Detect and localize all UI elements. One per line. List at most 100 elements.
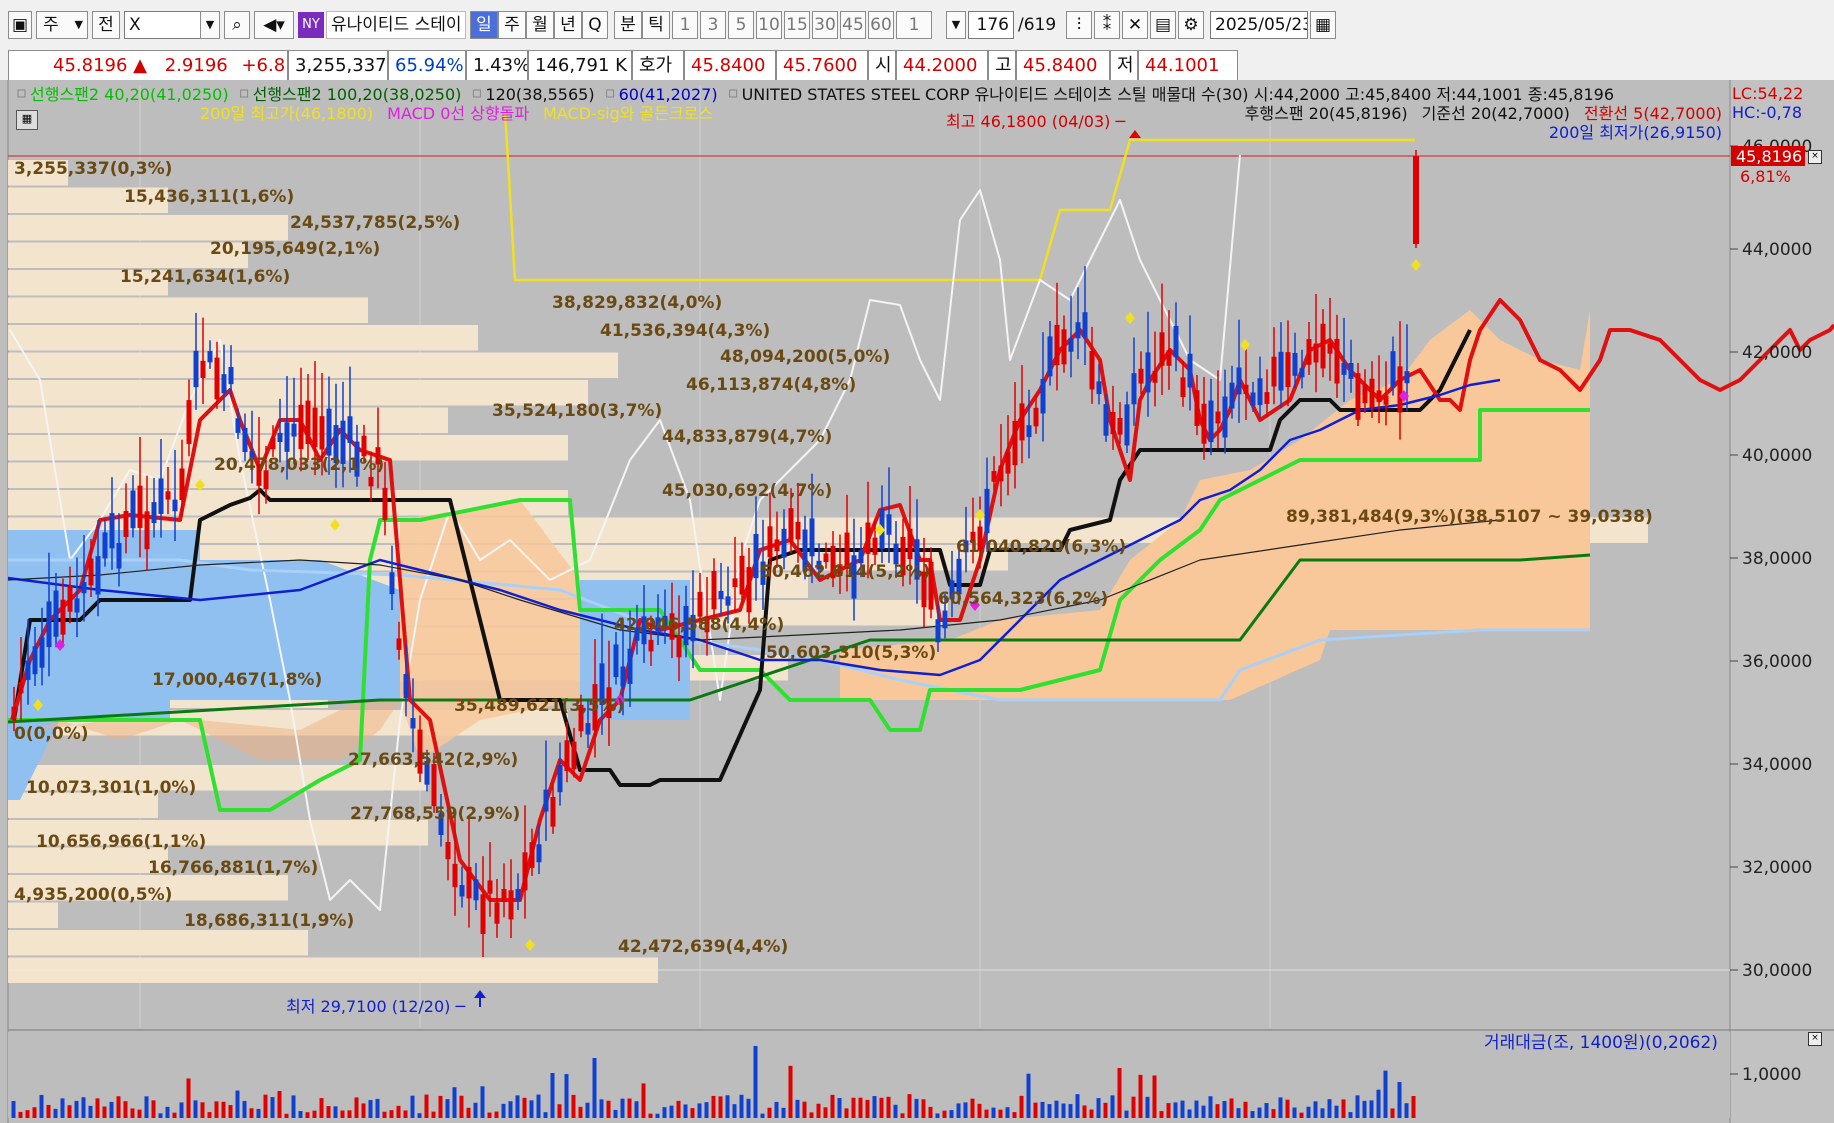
candle-body bbox=[1404, 371, 1410, 384]
candle-body bbox=[480, 894, 486, 935]
exchange-badge: NY bbox=[298, 12, 324, 38]
lc-value: LC:54,22 bbox=[1732, 84, 1803, 103]
market-type-select[interactable]: 주 ▼ bbox=[36, 11, 88, 39]
candle-body bbox=[431, 764, 437, 807]
stock-name-field[interactable]: 유나이티드 스테이 bbox=[326, 11, 466, 39]
candle-body bbox=[1306, 339, 1312, 365]
candle-body bbox=[1383, 395, 1389, 405]
candle-body bbox=[1376, 390, 1382, 403]
volume-bar bbox=[109, 1101, 114, 1118]
gear-icon[interactable]: ⚙ bbox=[1178, 11, 1204, 39]
interval-button-4[interactable]: 15 bbox=[784, 11, 810, 39]
candle-body bbox=[788, 508, 794, 542]
candle-body bbox=[88, 558, 94, 586]
volume-bar bbox=[816, 1103, 821, 1118]
close-panel-icon[interactable]: × bbox=[1808, 150, 1822, 164]
volume-bar bbox=[1229, 1098, 1234, 1118]
candle-body bbox=[291, 423, 297, 437]
candle-body bbox=[123, 510, 129, 537]
candle-body bbox=[1243, 384, 1249, 395]
volume-bar bbox=[1089, 1109, 1094, 1118]
volume-bar bbox=[935, 1113, 940, 1118]
interval-button-0[interactable]: 1 bbox=[672, 11, 698, 39]
period-tab-6[interactable]: 틱 bbox=[642, 11, 670, 39]
candle-body bbox=[1215, 411, 1221, 424]
date-input[interactable]: 2025/05/23 bbox=[1210, 11, 1308, 39]
candle-body bbox=[1299, 368, 1305, 378]
candle-body bbox=[1117, 417, 1123, 435]
period-tab-2[interactable]: 월 bbox=[526, 11, 554, 39]
grid-settings-icon[interactable]: ▦ bbox=[16, 110, 38, 130]
interval-button-2[interactable]: 5 bbox=[728, 11, 754, 39]
mode-button[interactable]: 전 bbox=[92, 11, 120, 39]
candle-body bbox=[1285, 352, 1291, 388]
volume-bar bbox=[1369, 1100, 1374, 1118]
volume-bar bbox=[1005, 1107, 1010, 1118]
candle-body bbox=[697, 591, 703, 617]
candle-body bbox=[221, 374, 227, 394]
volume-bar bbox=[802, 1101, 807, 1118]
candle-body bbox=[1278, 351, 1284, 391]
period-tab-1[interactable]: 주 bbox=[498, 11, 526, 39]
interval-dropdown-icon[interactable]: ▼ bbox=[946, 11, 966, 39]
interval-button-8[interactable]: 1 bbox=[896, 11, 932, 39]
volume-bar bbox=[1397, 1082, 1402, 1118]
volume-profile-label: 44,833,879(4,7%) bbox=[662, 427, 832, 447]
volume-profile-label: 60,564,323(6,2%) bbox=[938, 589, 1108, 609]
period-tab-5[interactable]: 분 bbox=[614, 11, 642, 39]
volume-bar bbox=[676, 1100, 681, 1118]
period-tab-0[interactable]: 일 bbox=[470, 11, 498, 39]
calendar-icon[interactable]: ▦ bbox=[1310, 11, 1336, 39]
interval-button-7[interactable]: 60 bbox=[868, 11, 894, 39]
layout-icon[interactable]: ▣ bbox=[8, 11, 32, 39]
chart-area[interactable]: 3,255,337(0,3%) 15,436,311(1,6%) 24,537,78… bbox=[0, 80, 1834, 1123]
candle-body bbox=[942, 610, 948, 629]
chart-type-icon[interactable]: ⫶ bbox=[1066, 11, 1092, 39]
candle-body bbox=[459, 885, 465, 897]
candle-body bbox=[627, 648, 633, 684]
volume-bar bbox=[32, 1107, 37, 1118]
volume-bar bbox=[1292, 1107, 1297, 1118]
crosshair-icon[interactable]: ✕ bbox=[1122, 11, 1148, 39]
close-panel-icon[interactable]: × bbox=[1808, 1032, 1822, 1046]
volume-bar bbox=[291, 1095, 296, 1118]
save-icon[interactable]: ▤ bbox=[1150, 11, 1176, 39]
volume-bar bbox=[1208, 1096, 1213, 1118]
volume-bar bbox=[214, 1101, 219, 1118]
volume-profile-label: 15,436,311(1,6%) bbox=[124, 187, 294, 207]
price-chart[interactable]: 3,255,337(0,3%) 15,436,311(1,6%) 24,537,78… bbox=[0, 80, 1834, 1123]
volume-bar bbox=[669, 1105, 674, 1118]
open-price: 44.2000 bbox=[896, 50, 988, 82]
period-tab-4[interactable]: Q bbox=[582, 11, 608, 39]
low-label: 저 bbox=[1110, 50, 1138, 82]
candle-body bbox=[403, 674, 409, 699]
bar-count-input[interactable]: 176 bbox=[968, 11, 1014, 39]
low-price: 44.1001 bbox=[1138, 50, 1238, 82]
volume-bar bbox=[837, 1097, 842, 1118]
indicator-icon[interactable]: ⁑ bbox=[1094, 11, 1120, 39]
volume-bar bbox=[613, 1109, 618, 1118]
interval-button-3[interactable]: 10 bbox=[756, 11, 782, 39]
volume-bar bbox=[641, 1083, 646, 1118]
symbol-dropdown-icon[interactable]: ▼ bbox=[200, 11, 220, 39]
candle-body bbox=[935, 619, 941, 643]
candle-body bbox=[536, 844, 542, 863]
candle-body bbox=[1012, 420, 1018, 466]
volume-bar bbox=[1047, 1104, 1052, 1118]
candle-body bbox=[144, 511, 150, 550]
search-icon[interactable]: ⌕ bbox=[224, 11, 250, 39]
volume-bar bbox=[508, 1101, 513, 1118]
interval-button-5[interactable]: 30 bbox=[812, 11, 838, 39]
interval-button-6[interactable]: 45 bbox=[840, 11, 866, 39]
y-tick-label: 44,0000 bbox=[1742, 240, 1812, 260]
interval-button-1[interactable]: 3 bbox=[700, 11, 726, 39]
candle-body bbox=[151, 502, 157, 524]
period-tab-3[interactable]: 년 bbox=[554, 11, 582, 39]
candle-body bbox=[1320, 323, 1326, 369]
prev-volume: 146,791 bbox=[535, 55, 610, 76]
volume-bar bbox=[781, 1107, 786, 1118]
volume-bar bbox=[648, 1113, 653, 1118]
candle-body bbox=[1236, 367, 1242, 395]
speaker-icon[interactable]: ◀▾ bbox=[254, 11, 294, 39]
y-tick-label: 30,0000 bbox=[1742, 961, 1812, 981]
